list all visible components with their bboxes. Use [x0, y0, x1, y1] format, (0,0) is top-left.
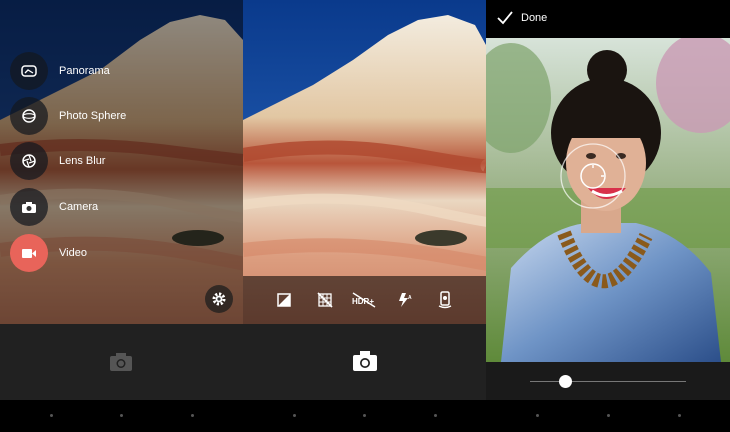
camera-icon [353, 351, 377, 371]
done-button[interactable] [496, 10, 514, 31]
nav-dot [678, 414, 681, 417]
nav-dot [363, 414, 366, 417]
blur-slider[interactable] [486, 362, 730, 400]
hdr-off-icon: HDR+ [352, 292, 376, 308]
nav-dot [191, 414, 194, 417]
lens-blur-icon [10, 142, 48, 180]
photo-preview[interactable] [486, 38, 730, 362]
mode-label: Panorama [59, 65, 110, 77]
mode-label: Camera [59, 201, 99, 213]
slider-track [530, 381, 686, 382]
nav-dot [607, 414, 610, 417]
camera-switch-button[interactable] [434, 290, 456, 310]
camera-switch-icon [438, 291, 452, 309]
nav-dot [50, 414, 53, 417]
mode-item-camera[interactable]: Camera [10, 188, 98, 226]
camera-options-bar: HDR+ A [243, 276, 486, 324]
flash-button[interactable]: A [394, 290, 416, 310]
grid-button[interactable] [314, 290, 336, 310]
hdr-button[interactable]: HDR+ [351, 290, 377, 310]
top-action-bar: Done [486, 0, 730, 38]
photo-sphere-icon [10, 97, 48, 135]
mode-label: Photo Sphere [59, 110, 127, 122]
done-label[interactable]: Done [521, 12, 547, 24]
panorama-icon [10, 52, 48, 90]
mode-item-panorama[interactable]: Panorama [10, 52, 110, 90]
exposure-icon [277, 293, 291, 307]
exposure-button[interactable] [273, 290, 295, 310]
shutter-button[interactable] [352, 350, 378, 377]
nav-dot [536, 414, 539, 417]
camera-icon [10, 188, 48, 226]
shutter-button-disabled[interactable] [109, 352, 133, 377]
video-icon [10, 234, 48, 272]
lens-blur-editor-screen: Done [486, 0, 730, 432]
flash-auto-icon: A [399, 293, 412, 307]
nav-dot [434, 414, 437, 417]
grid-off-icon [317, 292, 333, 308]
check-icon [497, 11, 513, 25]
mode-item-photo-sphere[interactable]: Photo Sphere [10, 97, 126, 135]
svg-text:A: A [408, 295, 412, 301]
camera-mode-menu-screen: Panorama Photo Sphere Lens Blur Camera V… [0, 0, 243, 432]
mode-item-lens-blur[interactable]: Lens Blur [10, 142, 105, 180]
camera-options-screen: HDR+ A [243, 0, 486, 432]
settings-button[interactable] [205, 285, 233, 313]
nav-dot [120, 414, 123, 417]
gear-icon [212, 292, 226, 306]
mode-label: Lens Blur [59, 155, 106, 167]
nav-dot [293, 414, 296, 417]
camera-icon [110, 353, 132, 371]
mode-item-video[interactable]: Video [10, 234, 87, 272]
slider-thumb[interactable] [559, 375, 573, 388]
mode-label: Video [59, 247, 87, 259]
